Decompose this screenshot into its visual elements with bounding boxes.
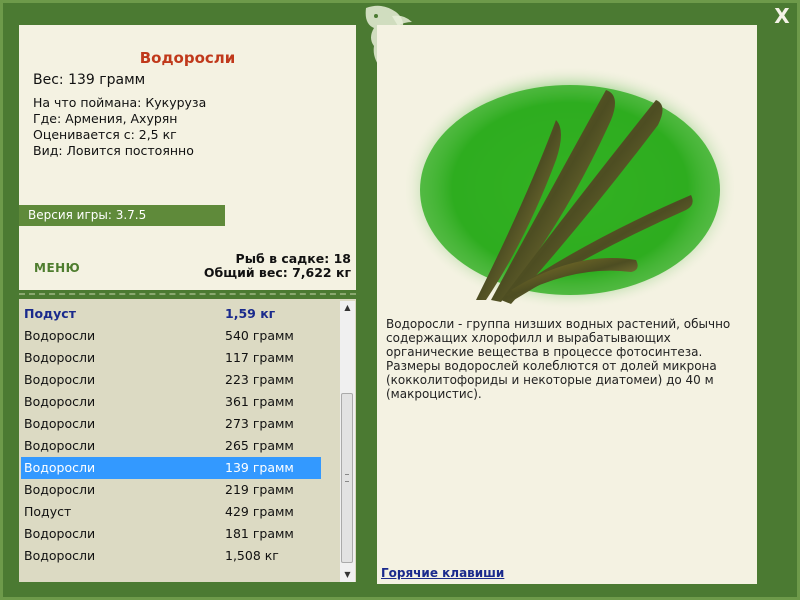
close-button[interactable]: X [771, 5, 793, 27]
list-item[interactable]: Водоросли 219 грамм [21, 479, 321, 501]
separator [19, 293, 356, 295]
keepnet-stats: Рыб в садке: 18 Общий вес: 7,622 кг [204, 252, 351, 280]
valued-from-line: Оценивается с: 2,5 кг [33, 127, 177, 142]
scroll-up-arrow-icon[interactable]: ▲ [340, 301, 355, 315]
fish-weight: Вес: 139 грамм [33, 72, 146, 88]
catch-list-panel: Подуст 1,59 кг Водоросли 540 грамм Водоросли… [19, 299, 356, 582]
list-item[interactable]: Подуст 1,59 кг [21, 303, 321, 325]
list-item-weight: 117 грамм [225, 350, 294, 365]
list-item-name: Водоросли [24, 328, 96, 343]
list-item-weight: 1,508 кг [225, 548, 279, 563]
list-item[interactable]: Водоросли 273 грамм [21, 413, 321, 435]
list-item-weight: 139 грамм [225, 460, 294, 475]
list-item-name: Водоросли [24, 416, 96, 431]
list-item[interactable]: Водоросли 540 грамм [21, 325, 321, 347]
list-item-name: Водоросли [24, 350, 96, 365]
list-item[interactable]: Водоросли 139 грамм [21, 457, 321, 479]
hotkeys-link[interactable]: Горячие клавиши [381, 566, 504, 580]
list-item-name: Водоросли [24, 460, 96, 475]
menu-button[interactable]: МЕНЮ [34, 261, 80, 275]
list-item-weight: 361 грамм [225, 394, 294, 409]
list-item[interactable]: Водоросли 265 грамм [21, 435, 321, 457]
list-item-weight: 219 грамм [225, 482, 294, 497]
list-item-name: Водоросли [24, 394, 96, 409]
fish-count: Рыб в садке: 18 [235, 251, 351, 266]
fish-description-panel: Водоросли - группа низших водных растени… [377, 25, 757, 584]
bait-line: На что поймана: Кукуруза [33, 95, 207, 110]
list-item[interactable]: Подуст 429 грамм [21, 501, 321, 523]
algae-image [406, 66, 734, 310]
game-version: Версия игры: 3.7.5 [19, 205, 225, 226]
list-scrollbar[interactable]: ▲ ▼ [340, 301, 355, 582]
fish-description: Водоросли - группа низших водных растени… [386, 317, 731, 401]
catch-type-line: Вид: Ловится постоянно [33, 143, 194, 158]
list-item-name: Подуст [24, 504, 72, 519]
list-item-weight: 1,59 кг [225, 306, 276, 321]
location-line: Где: Армения, Ахурян [33, 111, 178, 126]
fish-title: Водоросли [139, 49, 236, 67]
fish-details: На что поймана: Кукуруза Где: Армения, А… [33, 95, 206, 159]
list-item-name: Водоросли [24, 372, 96, 387]
total-weight: Общий вес: 7,622 кг [203, 265, 351, 280]
list-item[interactable]: Водоросли 223 грамм [21, 369, 321, 391]
list-item-name: Подуст [24, 306, 76, 321]
list-item-weight: 181 грамм [225, 526, 294, 541]
list-item-weight: 540 грамм [225, 328, 294, 343]
scroll-down-arrow-icon[interactable]: ▼ [340, 568, 355, 582]
list-item-name: Водоросли [24, 438, 96, 453]
list-item-name: Водоросли [24, 482, 96, 497]
list-item[interactable]: Водоросли 1,508 кг [21, 545, 321, 567]
list-item-weight: 265 грамм [225, 438, 294, 453]
grip-icon [345, 474, 349, 482]
list-item[interactable]: Водоросли 181 грамм [21, 523, 321, 545]
list-item[interactable]: Водоросли 361 грамм [21, 391, 321, 413]
list-item-name: Водоросли [24, 526, 96, 541]
catch-list: Подуст 1,59 кг Водоросли 540 грамм Водоросли… [21, 303, 321, 567]
list-item-name: Водоросли [24, 548, 96, 563]
list-item-weight: 429 грамм [225, 504, 294, 519]
list-item-weight: 223 грамм [225, 372, 294, 387]
scroll-thumb[interactable] [341, 393, 353, 563]
fish-info-panel: Водоросли Вес: 139 грамм На что поймана:… [19, 25, 356, 290]
list-item[interactable]: Водоросли 117 грамм [21, 347, 321, 369]
list-item-weight: 273 грамм [225, 416, 294, 431]
